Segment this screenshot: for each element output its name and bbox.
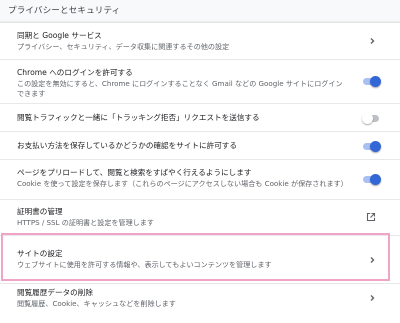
chevron-right-icon[interactable]	[368, 36, 376, 46]
preload-pages-toggle[interactable]	[362, 174, 381, 185]
open-in-new-icon[interactable]	[366, 212, 376, 222]
chevron-right-icon[interactable]	[368, 293, 376, 303]
row-label: 同期と Google サービス	[17, 31, 102, 40]
site-settings-highlight	[1, 233, 390, 281]
row-label: ページをプリロードして、閲覧と検索をすばやく行えるようにします	[17, 168, 252, 177]
toggle-knob	[370, 141, 381, 152]
row-label: 証明書の管理	[17, 207, 63, 216]
row-do-not-track[interactable]: 閲覧トラフィックと一緒に「トラッキング拒否」リクエストを送信する	[0, 103, 400, 131]
payment-methods-toggle[interactable]	[362, 141, 381, 152]
row-label: お支払い方法を保存しているかどうかの確認をサイトに許可する	[17, 141, 237, 150]
section-title: プライバシーとセキュリティ	[8, 6, 121, 16]
row-label: 閲覧トラフィックと一緒に「トラッキング拒否」リクエストを送信する	[17, 113, 260, 122]
row-payment-methods[interactable]: お支払い方法を保存しているかどうかの確認をサイトに許可する	[0, 131, 400, 159]
row-sublabel-line1: この設定を無効にすると、Chrome にログインすることなく Gmail などの…	[17, 78, 343, 88]
row-preload-pages[interactable]: ページをプリロードして、閲覧と検索をすばやく行えるようにします Cookie を…	[0, 159, 400, 199]
toggle-knob	[362, 113, 373, 124]
row-clear-browsing-data[interactable]: 閲覧履歴データの削除 閲覧履歴、Cookie、キャッシュなどを削除します	[0, 283, 400, 323]
row-sublabel: Cookie を使って設定を保存します（これらのページにアクセスしない場合も C…	[17, 178, 348, 188]
row-label: Chrome へのログインを許可する	[17, 68, 133, 77]
row-sync-google-services[interactable]: 同期と Google サービス プライバシー、セキュリティ、データ収集に関連する…	[0, 23, 400, 59]
do-not-track-toggle[interactable]	[362, 113, 380, 124]
row-sublabel: HTTPS / SSL の証明書と設定を管理します	[17, 217, 154, 227]
row-sublabel: プライバシー、セキュリティ、データ収集に関連するその他の設定	[17, 41, 230, 51]
toggle-knob	[370, 76, 381, 87]
signin-toggle[interactable]	[362, 76, 381, 87]
row-allow-chrome-signin[interactable]: Chrome へのログインを許可する この設定を無効にすると、Chrome にロ…	[0, 59, 400, 103]
row-sublabel: 閲覧履歴、Cookie、キャッシュなどを削除します	[17, 298, 176, 308]
row-manage-certificates[interactable]: 証明書の管理 HTTPS / SSL の証明書と設定を管理します	[0, 199, 400, 235]
toggle-knob	[370, 174, 381, 185]
row-label: 閲覧履歴データの削除	[17, 288, 93, 297]
row-sublabel-line2: できます	[17, 89, 46, 98]
